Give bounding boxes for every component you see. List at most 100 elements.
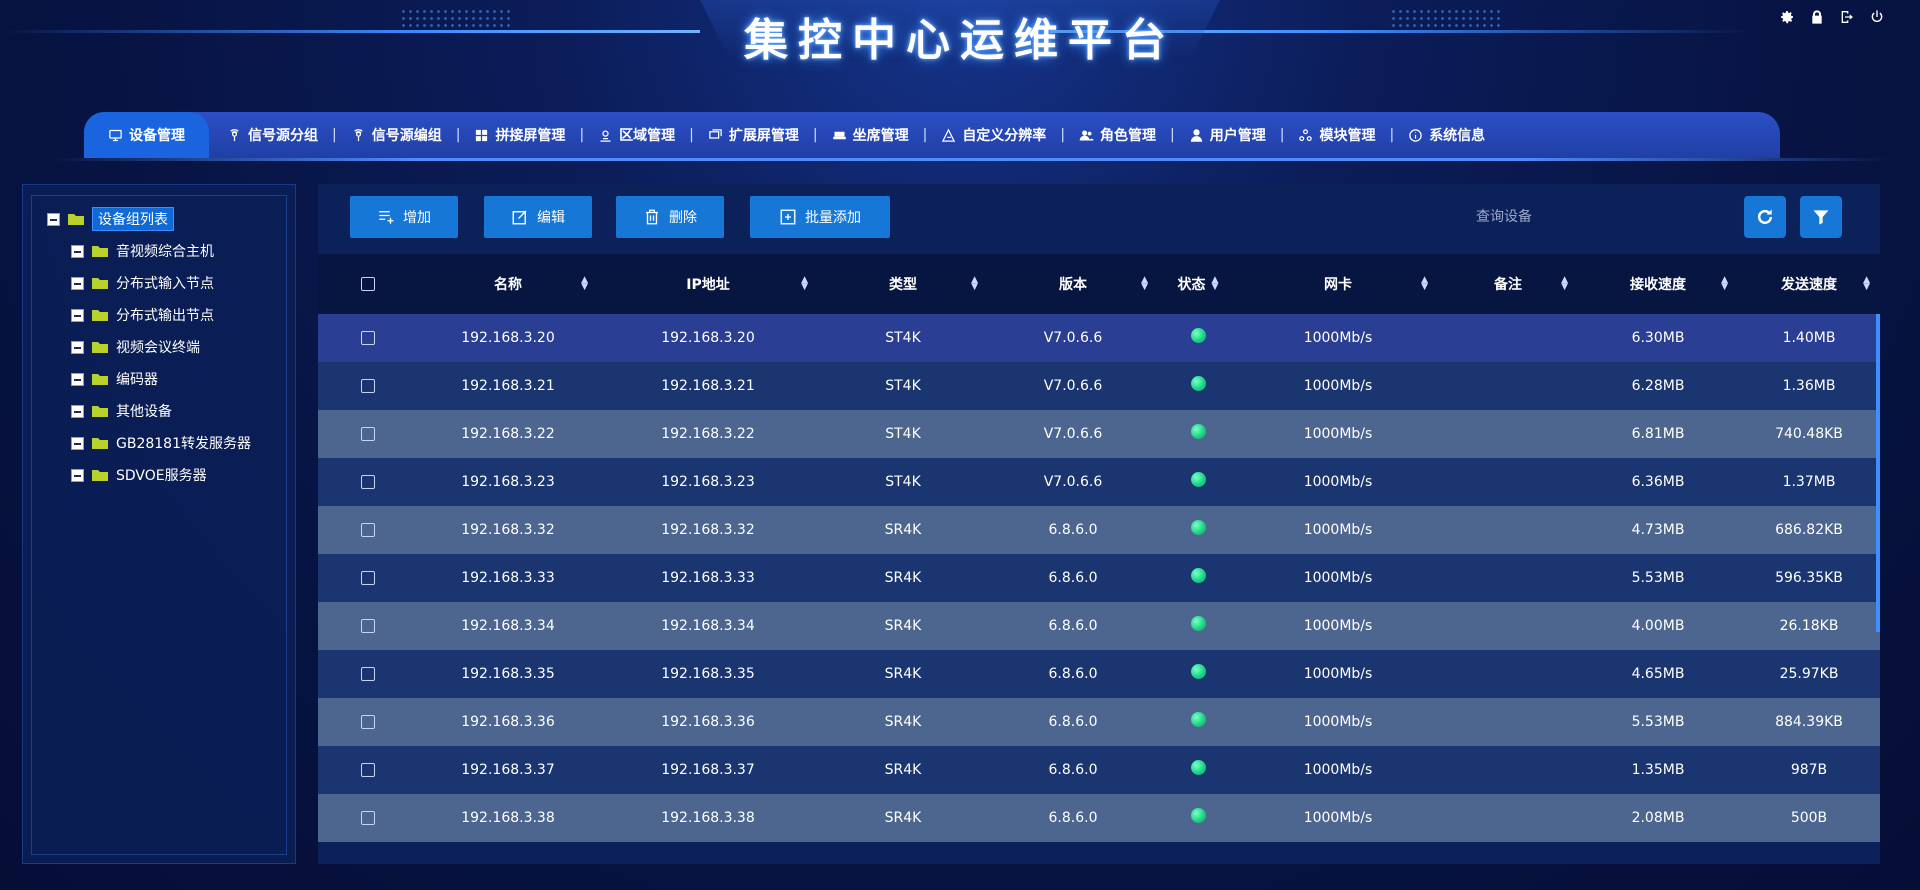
tab-label: 模块管理 bbox=[1319, 128, 1376, 144]
tab-signal-group[interactable]: 信号源分组 bbox=[215, 112, 330, 158]
column-label: 名称 bbox=[494, 277, 522, 293]
power-icon[interactable] bbox=[1868, 8, 1886, 26]
status-online-dot bbox=[1190, 471, 1206, 487]
table-row[interactable]: 192.168.3.35 192.168.3.35 SR4K 6.8.6.0 1… bbox=[318, 650, 1880, 698]
collapse-toggle[interactable] bbox=[71, 404, 84, 418]
table-row[interactable]: 192.168.3.21 192.168.3.21 ST4K V7.0.6.6 … bbox=[318, 362, 1880, 410]
column-header-status[interactable]: 状态 ▲ ▼ bbox=[1158, 274, 1238, 294]
table-row[interactable]: 192.168.3.37 192.168.3.37 SR4K 6.8.6.0 1… bbox=[318, 746, 1880, 794]
tab-custom-resolution[interactable]: 自定义分辨率 bbox=[929, 112, 1058, 158]
tree-item[interactable]: 其他设备 bbox=[47, 395, 251, 427]
row-checkbox[interactable] bbox=[361, 619, 375, 633]
column-header-version[interactable]: 版本 ▲ ▼ bbox=[988, 274, 1158, 294]
tree-item[interactable]: 分布式输出节点 bbox=[47, 299, 251, 331]
tab-user-management[interactable]: 用户管理 bbox=[1177, 112, 1278, 158]
refresh-icon bbox=[1757, 209, 1773, 224]
column-header-name[interactable]: 名称 ▲ ▼ bbox=[418, 274, 598, 294]
tree-item[interactable]: 编码器 bbox=[47, 363, 251, 395]
table-row[interactable]: 192.168.3.34 192.168.3.34 SR4K 6.8.6.0 1… bbox=[318, 602, 1880, 650]
batch-add-button[interactable]: 批量添加 bbox=[750, 196, 890, 238]
cell-ip: 192.168.3.21 bbox=[661, 378, 755, 394]
sort-icon: ▲ ▼ bbox=[581, 275, 588, 292]
cell-name: 192.168.3.21 bbox=[461, 378, 555, 394]
row-checkbox[interactable] bbox=[361, 475, 375, 489]
filter-button[interactable] bbox=[1800, 196, 1842, 238]
tab-extended-screen[interactable]: 扩展屏管理 bbox=[696, 112, 811, 158]
tree-item[interactable]: 音视频综合主机 bbox=[47, 235, 251, 267]
add-list-icon bbox=[379, 211, 394, 224]
cell-ip: 192.168.3.32 bbox=[661, 522, 755, 538]
tab-device-management[interactable]: 设备管理 bbox=[84, 112, 209, 158]
folder-icon bbox=[68, 213, 84, 225]
tab-video-wall[interactable]: 拼接屏管理 bbox=[462, 112, 577, 158]
lock-icon[interactable] bbox=[1808, 8, 1826, 26]
tab-label: 扩展屏管理 bbox=[728, 128, 799, 144]
tree-item[interactable]: 视频会议终端 bbox=[47, 331, 251, 363]
collapse-toggle[interactable] bbox=[71, 244, 84, 258]
row-checkbox[interactable] bbox=[361, 763, 375, 777]
collapse-toggle[interactable] bbox=[71, 340, 84, 354]
tab-area-management[interactable]: 区域管理 bbox=[586, 112, 687, 158]
tree-item[interactable]: SDVOE服务器 bbox=[47, 459, 251, 491]
row-checkbox[interactable] bbox=[361, 571, 375, 585]
column-header-nic[interactable]: 网卡 ▲ ▼ bbox=[1238, 274, 1438, 294]
cell-nic: 1000Mb/s bbox=[1303, 330, 1373, 346]
cell-ip: 192.168.3.20 bbox=[661, 330, 755, 346]
table-row[interactable]: 192.168.3.33 192.168.3.33 SR4K 6.8.6.0 1… bbox=[318, 554, 1880, 602]
table-row[interactable]: 192.168.3.23 192.168.3.23 ST4K V7.0.6.6 … bbox=[318, 458, 1880, 506]
table-scrollbar[interactable] bbox=[1876, 314, 1880, 632]
cell-type: ST4K bbox=[885, 378, 921, 394]
column-header-tx-speed[interactable]: 发送速度 ▲ ▼ bbox=[1738, 274, 1880, 294]
select-all-checkbox[interactable] bbox=[361, 277, 375, 291]
column-header-ip[interactable]: IP地址 ▲ ▼ bbox=[598, 274, 818, 294]
row-checkbox[interactable] bbox=[361, 379, 375, 393]
cell-tx-speed: 987B bbox=[1790, 762, 1828, 778]
tab-seat-management[interactable]: 坐席管理 bbox=[820, 112, 921, 158]
collapse-toggle[interactable] bbox=[71, 468, 84, 482]
table-row[interactable]: 192.168.3.20 192.168.3.20 ST4K V7.0.6.6 … bbox=[318, 314, 1880, 362]
tab-role-management[interactable]: 角色管理 bbox=[1067, 112, 1168, 158]
row-checkbox[interactable] bbox=[361, 667, 375, 681]
header-decor-dots-right bbox=[1390, 8, 1500, 30]
row-checkbox[interactable] bbox=[361, 523, 375, 537]
edit-button[interactable]: 编辑 bbox=[484, 196, 592, 238]
cell-nic: 1000Mb/s bbox=[1303, 714, 1373, 730]
table-row[interactable]: 192.168.3.36 192.168.3.36 SR4K 6.8.6.0 1… bbox=[318, 698, 1880, 746]
refresh-button[interactable] bbox=[1744, 196, 1786, 238]
row-checkbox[interactable] bbox=[361, 331, 375, 345]
tab-separator: | bbox=[812, 127, 818, 143]
row-checkbox[interactable] bbox=[361, 427, 375, 441]
cell-name: 192.168.3.35 bbox=[461, 666, 555, 682]
cell-type: SR4K bbox=[884, 522, 922, 538]
logout-icon[interactable] bbox=[1838, 8, 1856, 26]
collapse-toggle[interactable] bbox=[71, 372, 84, 386]
table-row[interactable]: 192.168.3.22 192.168.3.22 ST4K V7.0.6.6 … bbox=[318, 410, 1880, 458]
table-row[interactable]: 192.168.3.32 192.168.3.32 SR4K 6.8.6.0 1… bbox=[318, 506, 1880, 554]
tree-item[interactable]: 分布式输入节点 bbox=[47, 267, 251, 299]
tree-item[interactable]: GB28181转发服务器 bbox=[47, 427, 251, 459]
column-header-rx-speed[interactable]: 接收速度 ▲ ▼ bbox=[1578, 274, 1738, 294]
tab-system-info[interactable]: 系统信息 bbox=[1396, 112, 1497, 158]
cell-tx-speed: 686.82KB bbox=[1775, 522, 1843, 538]
device-search-input[interactable] bbox=[1418, 196, 1718, 238]
collapse-toggle[interactable] bbox=[71, 308, 84, 322]
column-label: 网卡 bbox=[1324, 277, 1352, 293]
delete-button[interactable]: 删除 bbox=[616, 196, 724, 238]
collapse-toggle[interactable] bbox=[71, 276, 84, 290]
status-online-dot bbox=[1190, 327, 1206, 343]
tab-signal-set[interactable]: 信号源编组 bbox=[339, 112, 454, 158]
column-header-note[interactable]: 备注 ▲ ▼ bbox=[1438, 274, 1578, 294]
collapse-toggle[interactable] bbox=[71, 436, 84, 450]
folder-icon bbox=[92, 341, 108, 353]
row-checkbox[interactable] bbox=[361, 715, 375, 729]
column-label: 发送速度 bbox=[1781, 277, 1837, 293]
table-row[interactable]: 192.168.3.38 192.168.3.38 SR4K 6.8.6.0 1… bbox=[318, 794, 1880, 842]
add-button[interactable]: 增加 bbox=[350, 196, 458, 238]
tab-module-management[interactable]: 模块管理 bbox=[1286, 112, 1387, 158]
row-checkbox[interactable] bbox=[361, 811, 375, 825]
column-header-type[interactable]: 类型 ▲ ▼ bbox=[818, 274, 988, 294]
gear-icon[interactable] bbox=[1778, 8, 1796, 26]
cell-tx-speed: 1.37MB bbox=[1782, 474, 1836, 490]
collapse-toggle[interactable] bbox=[47, 212, 60, 226]
tree-root[interactable]: 设备组列表 bbox=[47, 203, 251, 235]
